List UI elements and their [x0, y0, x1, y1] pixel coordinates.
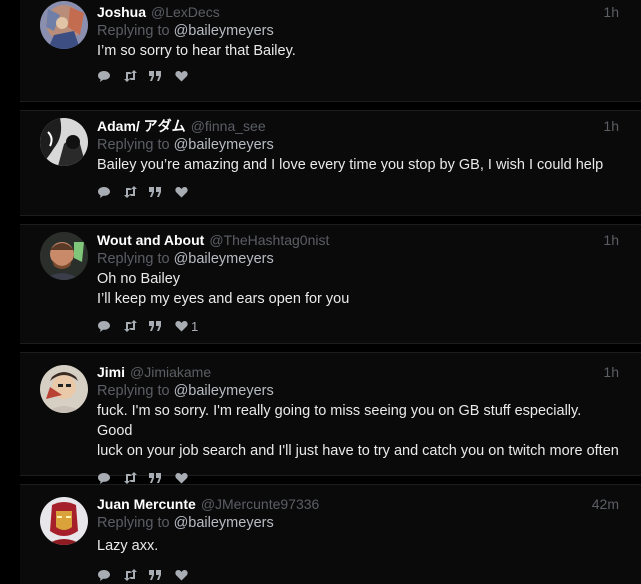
tweet-actions	[97, 68, 619, 84]
avatar[interactable]	[40, 497, 88, 545]
author-handle[interactable]: @LexDecs	[151, 4, 220, 20]
tweet-text: I’m so sorry to hear that Bailey.	[97, 41, 619, 61]
reply-icon[interactable]	[97, 68, 123, 84]
replying-to: Replying to @baileymeyers	[97, 135, 619, 155]
tweet-text: Bailey you’re amazing and I love every t…	[97, 155, 619, 175]
author-handle[interactable]: @JMercunte97336	[201, 496, 320, 512]
replying-mention[interactable]: @baileymeyers	[174, 137, 274, 153]
heart-icon[interactable]	[175, 68, 201, 84]
author-name[interactable]: Adam/ アダム	[97, 118, 186, 134]
like-count: 1	[191, 318, 199, 334]
retweet-icon[interactable]	[123, 318, 149, 334]
replying-to: Replying to @baileymeyers	[97, 249, 619, 269]
avatar[interactable]	[40, 1, 88, 49]
timestamp[interactable]: 1h	[603, 3, 619, 21]
avatar[interactable]	[40, 365, 88, 413]
replying-mention[interactable]: @baileymeyers	[174, 383, 274, 399]
tweet-text-line: Lazy axx.	[97, 538, 159, 554]
replying-prefix: Replying to	[97, 515, 170, 531]
heart-icon[interactable]	[175, 567, 201, 583]
tweet-actions: 1	[97, 318, 619, 334]
replying-mention[interactable]: @baileymeyers	[174, 251, 274, 267]
quote-icon[interactable]	[149, 68, 175, 84]
tweet-actions	[97, 567, 619, 583]
replying-to: Replying to @baileymeyers	[97, 513, 619, 533]
quote-icon[interactable]	[149, 567, 175, 583]
timestamp[interactable]: 1h	[603, 231, 619, 249]
author-name[interactable]: Joshua	[97, 4, 146, 20]
tweet[interactable]: Adam/ アダム @finna_see 1h Replying to @bail…	[20, 110, 641, 216]
tweet-text-line: luck on your job search and I'll just ha…	[97, 443, 619, 459]
avatar[interactable]	[40, 232, 88, 280]
tweet-text-line: fuck. I'm so sorry. I'm really going to …	[97, 403, 582, 439]
replying-prefix: Replying to	[97, 137, 170, 153]
tweet[interactable]: Joshua @LexDecs 1h Replying to @baileymey…	[20, 0, 641, 102]
tweet-text-line: Oh no Bailey	[97, 271, 181, 287]
tweet[interactable]: Juan Mercunte @JMercunte97336 42m Replyin…	[20, 484, 641, 584]
reply-icon[interactable]	[97, 318, 123, 334]
author-name[interactable]: Juan Mercunte	[97, 496, 196, 512]
replying-to: Replying to @baileymeyers	[97, 381, 619, 401]
author-handle[interactable]: @TheHashtag0nist	[209, 232, 329, 248]
replying-prefix: Replying to	[97, 251, 170, 267]
tweet-text-line: Bailey you’re amazing and I love every t…	[97, 157, 604, 173]
replying-to: Replying to @baileymeyers	[97, 21, 619, 41]
timestamp[interactable]: 1h	[603, 117, 619, 135]
tweet[interactable]: Jimi @Jimiakame 1h Replying to @baileymey…	[20, 352, 641, 484]
retweet-icon[interactable]	[123, 567, 149, 583]
tweet-text: fuck. I'm so sorry. I'm really going to …	[97, 401, 619, 461]
retweet-icon[interactable]	[123, 184, 149, 200]
replying-prefix: Replying to	[97, 23, 170, 39]
tweet-text-line: I’ll keep my eyes and ears open for you	[97, 291, 350, 307]
replying-mention[interactable]: @baileymeyers	[174, 515, 274, 531]
author-name[interactable]: Wout and About	[97, 232, 204, 248]
retweet-icon[interactable]	[123, 68, 149, 84]
heart-icon[interactable]	[175, 184, 201, 200]
tweet-actions	[97, 184, 619, 200]
replying-mention[interactable]: @baileymeyers	[174, 23, 274, 39]
avatar[interactable]	[40, 118, 88, 166]
replying-prefix: Replying to	[97, 383, 170, 399]
quote-icon[interactable]	[149, 318, 175, 334]
tweet-text-line: I’m so sorry to hear that Bailey.	[97, 43, 296, 59]
quote-icon[interactable]	[149, 184, 175, 200]
tweet[interactable]: Wout and About @TheHashtag0nist 1h Replyi…	[20, 224, 641, 344]
heart-icon[interactable]: 1	[175, 318, 198, 334]
tweet-text: Oh no Bailey I’ll keep my eyes and ears …	[97, 269, 619, 309]
reply-icon[interactable]	[97, 184, 123, 200]
timestamp[interactable]: 1h	[603, 363, 619, 381]
tweet-text: Lazy axx.	[97, 536, 619, 556]
author-handle[interactable]: @finna_see	[191, 118, 266, 134]
timestamp[interactable]: 42m	[592, 495, 619, 513]
author-handle[interactable]: @Jimiakame	[130, 364, 211, 380]
reply-icon[interactable]	[97, 567, 123, 583]
author-name[interactable]: Jimi	[97, 364, 125, 380]
